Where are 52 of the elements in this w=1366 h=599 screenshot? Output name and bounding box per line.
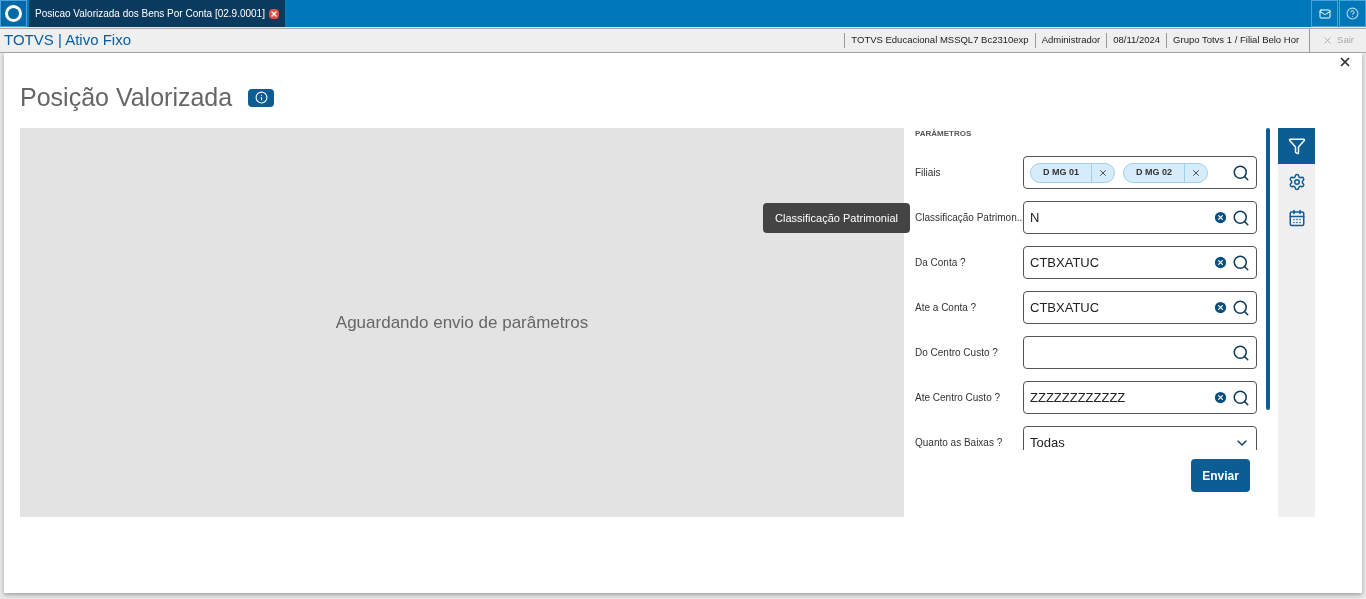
close-tab-icon[interactable] xyxy=(268,8,279,19)
filter-chip: D MG 01 xyxy=(1030,162,1115,183)
close-icon[interactable] xyxy=(1338,55,1352,69)
mail-icon[interactable] xyxy=(1311,0,1338,27)
tool-button[interactable] xyxy=(1278,128,1315,164)
search-icon[interactable] xyxy=(1232,343,1250,362)
input-field[interactable]: N xyxy=(1023,201,1257,234)
window-tab[interactable]: Posicao Valorizada dos Bens Por Conta [02.9.0001] xyxy=(29,0,285,27)
remove-icon[interactable] xyxy=(1191,167,1202,178)
preview-message: Aguardando envio de parâmetros xyxy=(335,311,589,334)
field-label: Da Conta ? xyxy=(915,256,967,270)
settings-icon xyxy=(1287,173,1306,191)
help-icon[interactable] xyxy=(1339,0,1366,27)
field-label: Do Centro Custo ? xyxy=(915,346,999,360)
field-label: Classificação Patrimon... xyxy=(915,211,1023,225)
filter-icon xyxy=(1287,137,1306,155)
app-title: TOTVS | Ativo Fixo xyxy=(3,30,132,51)
search-icon[interactable] xyxy=(1232,208,1250,227)
search-icon[interactable] xyxy=(1232,298,1250,317)
section-heading: PARÂMETROS xyxy=(915,128,973,140)
tooltip: Classificação Patrimonial xyxy=(763,203,910,233)
search-icon[interactable] xyxy=(1232,253,1250,272)
remove-icon[interactable] xyxy=(1098,167,1108,178)
submit-button[interactable]: Enviar xyxy=(1191,459,1250,492)
search-icon[interactable] xyxy=(1232,388,1250,407)
close-icon xyxy=(1322,35,1334,46)
info-icon xyxy=(254,91,268,104)
field-label: Quanto as Baixas ? xyxy=(915,436,1004,450)
app-logo-icon[interactable] xyxy=(0,0,27,27)
input-field[interactable]: CTBXATUC xyxy=(1023,246,1257,279)
input-field[interactable]: D MG 01 D MG 02 xyxy=(1023,156,1257,189)
session-info: Administrador xyxy=(1034,33,1107,48)
session-info: 08/11/2024 xyxy=(1106,33,1167,48)
select-field[interactable]: Todas xyxy=(1023,426,1257,450)
scrollbar[interactable] xyxy=(1266,128,1270,410)
field-label: Ate Centro Custo ? xyxy=(915,391,1002,405)
session-info: Grupo Totvs 1 / Filial Belo Hor xyxy=(1166,33,1306,48)
clear-icon[interactable] xyxy=(1213,300,1228,315)
input-field[interactable] xyxy=(1023,336,1257,369)
input-field[interactable]: CTBXATUC xyxy=(1023,291,1257,324)
search-icon[interactable] xyxy=(1232,163,1250,182)
info-button[interactable] xyxy=(248,88,275,107)
field-label: Filiais xyxy=(915,166,942,180)
field-label: Ate a Conta ? xyxy=(915,301,978,315)
clear-icon[interactable] xyxy=(1213,255,1228,270)
clear-icon[interactable] xyxy=(1213,390,1228,405)
calendar-icon xyxy=(1287,209,1306,227)
session-info: TOTVS Educacional MSSQL7 Bc2310exp xyxy=(844,33,1035,48)
page-title: Posição Valorizada xyxy=(20,81,233,113)
input-field[interactable]: ZZZZZZZZZZZZ xyxy=(1023,381,1257,414)
filter-chip: D MG 02 xyxy=(1123,162,1209,183)
clear-icon[interactable] xyxy=(1213,210,1228,225)
